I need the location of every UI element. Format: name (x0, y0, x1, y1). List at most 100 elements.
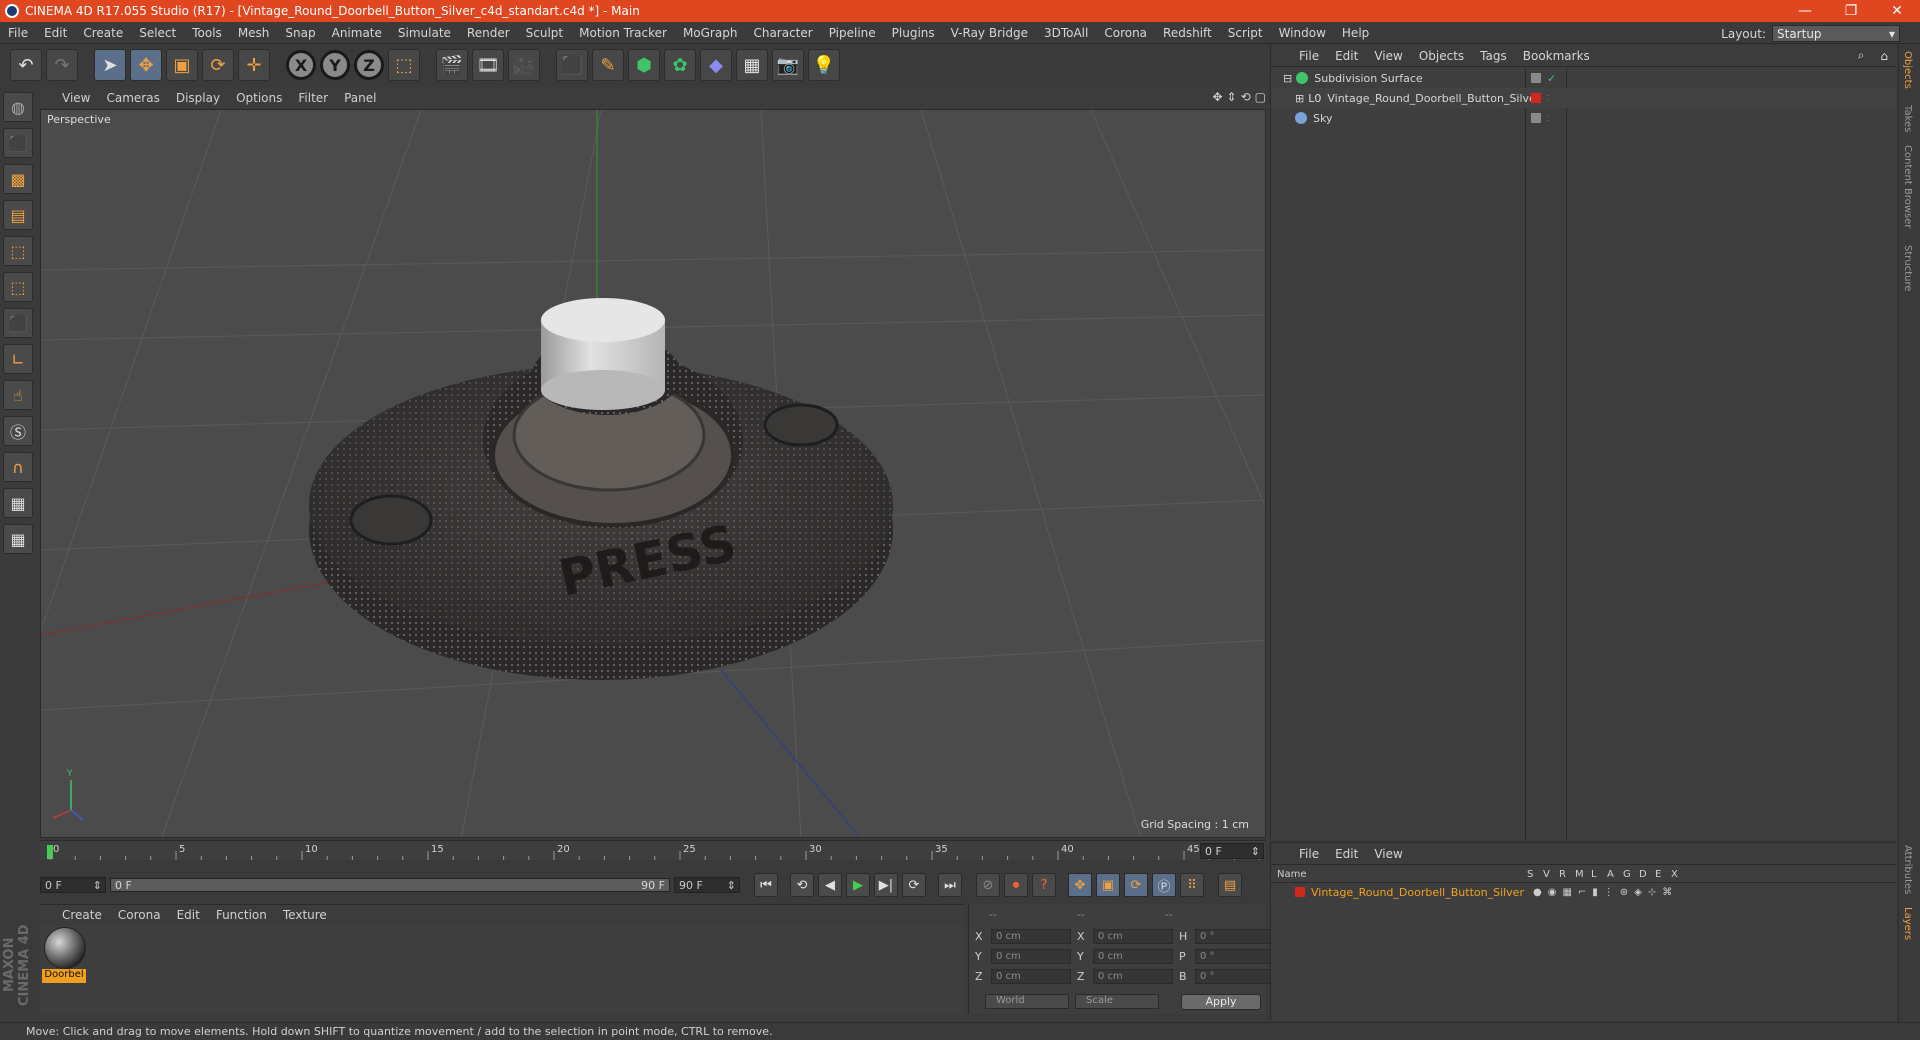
layer-row[interactable]: Vintage_Round_Doorbell_Button_Silver ●◉▦… (1271, 884, 1896, 900)
current-frame-field[interactable]: 0 F ⇕ (1200, 843, 1264, 859)
tweak-mode-icon[interactable]: ☝ (3, 380, 33, 410)
material-preview-sphere[interactable] (44, 927, 86, 969)
rotation-h-field[interactable]: 0 ° (1195, 929, 1275, 944)
workplane-snap-icon[interactable]: ▦ (3, 524, 33, 554)
workplane-lock-icon[interactable]: ▦ (3, 488, 33, 518)
menu-create[interactable]: Create (75, 26, 131, 40)
size-mode-dropdown[interactable]: Scale (1075, 994, 1159, 1009)
undo-icon[interactable]: ↶ (10, 49, 42, 81)
key-parameter-icon[interactable]: Ⓟ (1152, 873, 1176, 897)
rotation-p-field[interactable]: 0 ° (1195, 949, 1275, 964)
material-menu-texture[interactable]: Texture (275, 908, 335, 922)
viewport-menu-panel[interactable]: Panel (336, 91, 384, 105)
rotate-tool-icon[interactable]: ⟳ (202, 49, 234, 81)
snap-toggle-icon[interactable]: Ⓢ (3, 416, 33, 446)
tab-takes[interactable]: Takes (1902, 105, 1913, 132)
size-x-field[interactable]: 0 cm (1093, 929, 1173, 944)
axis-mode-icon[interactable]: ∟ (3, 344, 33, 374)
menu-select[interactable]: Select (131, 26, 184, 40)
size-y-field[interactable]: 0 cm (1093, 949, 1173, 964)
key-pla-icon[interactable]: ⠿ (1180, 873, 1204, 897)
coordinate-system-icon[interactable]: ⬚ (388, 49, 420, 81)
workplane-mode-icon[interactable]: ▤ (3, 200, 33, 230)
close-button[interactable]: ✕ (1874, 3, 1920, 19)
move-tool-icon[interactable]: ✥ (130, 49, 162, 81)
menu-render[interactable]: Render (459, 26, 518, 40)
viewport-menu-cameras[interactable]: Cameras (98, 91, 167, 105)
tab-content-browser[interactable]: Content Browser (1902, 145, 1913, 228)
maximize-view-icon[interactable]: ▢ (1255, 90, 1266, 104)
object-menu-objects[interactable]: Objects (1411, 49, 1472, 63)
start-frame-field[interactable]: 0 F ⇕ (40, 877, 106, 893)
menu-motion-tracker[interactable]: Motion Tracker (571, 26, 675, 40)
object-menu-view[interactable]: View (1366, 49, 1410, 63)
cube-primitive-icon[interactable]: ⬛ (556, 49, 588, 81)
visibility-dots-icon[interactable]: ⁚ (1547, 94, 1550, 103)
perspective-viewport[interactable]: PRESS Y Perspective Grid Spacing : 1 cm (40, 109, 1266, 838)
menu-vray-bridge[interactable]: V-Ray Bridge (943, 26, 1036, 40)
menu-edit[interactable]: Edit (36, 26, 75, 40)
keyframe-selection-icon[interactable]: ⊘ (976, 873, 1000, 897)
expand-icon[interactable]: ⊞ (1295, 92, 1304, 105)
menu-file[interactable]: File (0, 26, 36, 40)
object-row[interactable]: ⊞ L0 Vintage_Round_Doorbell_Button_Silve… (1271, 88, 1896, 108)
record-key-icon[interactable]: ⏺ (1004, 873, 1028, 897)
visibility-dots-icon[interactable]: ⁚ (1547, 114, 1550, 123)
redo-icon[interactable]: ↷ (46, 49, 78, 81)
render-view-icon[interactable]: 🎬 (436, 49, 468, 81)
step-forward-icon[interactable]: ▶| (874, 873, 898, 897)
key-position-icon[interactable]: ✥ (1068, 873, 1092, 897)
menu-plugins[interactable]: Plugins (884, 26, 943, 40)
viewport-menu-display[interactable]: Display (168, 91, 228, 105)
light-icon[interactable]: 💡 (808, 49, 840, 81)
menu-corona[interactable]: Corona (1096, 26, 1155, 40)
points-mode-icon[interactable]: ⬚ (3, 236, 33, 266)
x-axis-lock-icon[interactable]: X (286, 50, 316, 80)
viewport-menu-view[interactable]: View (54, 91, 98, 105)
magnet-icon[interactable]: ∩ (3, 452, 33, 482)
polygons-mode-icon[interactable]: ⬛ (3, 308, 33, 338)
object-menu-file[interactable]: File (1291, 49, 1327, 63)
menu-redshift[interactable]: Redshift (1155, 26, 1220, 40)
layer-color-swatch[interactable] (1295, 887, 1305, 897)
object-row[interactable]: ⊟ Subdivision Surface ✓ (1271, 68, 1896, 88)
key-rotation-icon[interactable]: ⟳ (1124, 873, 1148, 897)
menu-simulate[interactable]: Simulate (390, 26, 459, 40)
material-menu-create[interactable]: Create (54, 908, 110, 922)
material-name-label[interactable]: Doorbel (42, 969, 86, 983)
deformer-icon[interactable]: ◆ (700, 49, 732, 81)
live-select-icon[interactable]: ✛ (238, 49, 270, 81)
layer-flag-icons[interactable]: ●◉▦⌐▮⋮⊛◈⊹⌘ (1533, 887, 1678, 898)
previous-key-icon[interactable]: ⟲ (790, 873, 814, 897)
position-z-field[interactable]: 0 cm (991, 969, 1071, 984)
tab-attributes[interactable]: Attributes (1902, 845, 1913, 894)
model-mode-icon[interactable]: ⬛ (3, 128, 33, 158)
material-menu-function[interactable]: Function (208, 908, 275, 922)
layer-menu-file[interactable]: File (1291, 847, 1327, 861)
menu-3dtoall[interactable]: 3DToAll (1036, 26, 1096, 40)
camera-icon[interactable]: 📷 (772, 49, 804, 81)
edges-mode-icon[interactable]: ⬚ (3, 272, 33, 302)
layer-name[interactable]: Vintage_Round_Doorbell_Button_Silver (1311, 886, 1533, 899)
menu-pipeline[interactable]: Pipeline (821, 26, 884, 40)
layer-menu-edit[interactable]: Edit (1327, 847, 1366, 861)
orbit-icon[interactable]: ⟲ (1241, 90, 1251, 104)
frame-range-slider[interactable]: 0 F 90 F (110, 878, 670, 892)
menu-snap[interactable]: Snap (277, 26, 323, 40)
viewport-menu-options[interactable]: Options (228, 91, 290, 105)
material-menu-edit[interactable]: Edit (169, 908, 208, 922)
object-menu-tags[interactable]: Tags (1472, 49, 1515, 63)
z-axis-lock-icon[interactable]: Z (354, 50, 384, 80)
make-editable-icon[interactable]: ◍ (3, 92, 33, 122)
end-frame-field[interactable]: 90 F ⇕ (674, 877, 740, 893)
step-back-icon[interactable]: ◀ (818, 873, 842, 897)
timeline-window-icon[interactable]: ▤ (1218, 873, 1242, 897)
y-axis-lock-icon[interactable]: Y (320, 50, 350, 80)
cloner-icon[interactable]: ✿ (664, 49, 696, 81)
render-picture-viewer-icon[interactable]: 🎞 (472, 49, 504, 81)
rotation-b-field[interactable]: 0 ° (1195, 969, 1275, 984)
search-icon[interactable]: ⌕ (1850, 48, 1873, 63)
next-key-icon[interactable]: ⟳ (902, 873, 926, 897)
restore-button[interactable]: ❐ (1828, 3, 1874, 19)
tab-layers[interactable]: Layers (1902, 907, 1913, 940)
